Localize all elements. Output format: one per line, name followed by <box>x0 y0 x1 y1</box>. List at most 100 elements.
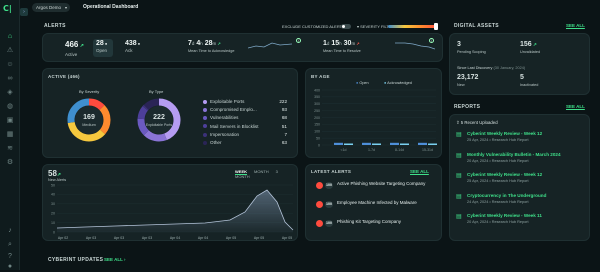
home-icon[interactable]: ⌂ <box>5 32 15 42</box>
updates-see-all[interactable]: SEE ALL › <box>104 257 126 262</box>
since-last-discovery: Since Last Discovery (30 January, 2024) <box>457 66 526 70</box>
y-tick-label: 30 <box>51 202 55 206</box>
latest-alert-item[interactable]: 100 Phishing Kit Targeting Company <box>314 218 442 236</box>
bar-ack[interactable] <box>372 143 381 146</box>
by-age-chart: 400 350 300 250 200 150 100 50 0 <1d 1-7d 8-14d 15-3… <box>314 88 437 152</box>
report-item[interactable]: ▤ Cryptocurrency in The Underground 24 A… <box>456 192 594 210</box>
bar-ack[interactable] <box>428 143 437 146</box>
briefcase-icon[interactable]: ▣ <box>5 116 15 126</box>
link-icon[interactable]: ∞ <box>5 74 15 84</box>
alert-severity-badge <box>316 201 323 208</box>
alerts-kpi-card: 466 ↗ Active 28 ● Open 438 ● Ack 7d 4h 28m … <box>42 33 443 62</box>
new-alerts-chart: 50 40 30 20 10 0Apr 02 Apr 03 Apr 03 Apr 03 Apr 0… <box>51 183 294 240</box>
help-icon[interactable]: ? <box>5 252 15 262</box>
people-icon[interactable]: ☺ <box>5 60 15 70</box>
report-title: Cyberint Weekly Review - Week 12 <box>467 131 543 136</box>
report-item[interactable]: ▤ Monthly Vulnerability Bulletin - March… <box>456 151 594 169</box>
bar-open[interactable] <box>418 142 427 145</box>
alert-icon[interactable]: ⚠ <box>5 46 15 56</box>
legend-label: Exploitable Ports <box>210 99 245 104</box>
latest-alert-item[interactable]: 100 Active Phishing Website Targeting Co… <box>314 180 442 198</box>
user-icon[interactable]: ● <box>5 262 15 270</box>
report-meta: 24 Apr, 2024 • Research Hub Report <box>467 199 529 204</box>
latest-alert-item[interactable]: 100 Employee Machine Infected by Malware <box>314 199 442 217</box>
alerts-section-title: ALERTS <box>44 23 66 29</box>
x-tick-label: 8-14d <box>395 148 404 152</box>
type-legend-item[interactable]: Impersonation 7 <box>203 132 287 137</box>
exclude-customized-toggle[interactable] <box>341 23 351 29</box>
report-meta: 25 Apr, 2024 • Research Hub Report <box>467 138 529 142</box>
unvalidated-label: Unvalidated <box>520 50 541 54</box>
y-tick-label: 400 <box>314 88 320 92</box>
settings-icon[interactable]: ⚙ <box>5 158 15 168</box>
digital-assets-see-all[interactable]: SEE ALL <box>566 23 585 28</box>
type-legend-item[interactable]: Compromised Emplo... 93 <box>203 107 287 112</box>
severity-slider-handle[interactable] <box>434 23 438 30</box>
type-legend-item[interactable]: Vulnerabilities 68 <box>203 115 287 120</box>
active-count: 466 ↗ Active <box>65 40 84 57</box>
severity-center-label: Medium <box>82 123 96 127</box>
severity-filter-slider[interactable] <box>388 25 438 28</box>
legend-dot <box>203 116 207 121</box>
globe-icon[interactable]: ◍ <box>5 102 15 112</box>
pending-scoping-label: Pending Scoping <box>457 50 486 54</box>
grid-icon[interactable]: ▦ <box>5 130 15 140</box>
x-tick-label: 15-31d <box>422 148 433 152</box>
layers-icon[interactable]: ≋ <box>5 144 15 154</box>
info-icon[interactable]: i <box>429 38 434 43</box>
info-icon[interactable]: i <box>296 38 301 43</box>
mttr-value: 1d 15h 30m ↗ Mean Time to Resolve <box>323 40 361 53</box>
bell-icon[interactable]: ♪ <box>5 226 15 236</box>
legend-dot <box>203 107 207 112</box>
legend-label: Impersonation <box>210 131 240 137</box>
exclude-customized-label: EXCLUDE CUSTOMIZED ALERTS <box>282 24 345 29</box>
search-icon[interactable]: ⌕ <box>5 240 15 250</box>
type-legend-item[interactable]: Mail Servers in Blocklist 51 <box>203 124 287 129</box>
bar-open[interactable] <box>334 142 343 145</box>
legend-value: 222 <box>279 99 287 104</box>
bar-open[interactable] <box>390 142 399 145</box>
legend-dot <box>203 140 207 145</box>
x-tick-label: Apr 03 <box>86 236 96 240</box>
alert-title: Phishing Kit Targeting Company <box>337 219 401 224</box>
x-tick-label: Apr 03 <box>142 236 152 240</box>
new-assets-count: 23,172 <box>457 74 479 81</box>
y-tick-label: 300 <box>314 102 320 106</box>
donut-slice-4[interactable] <box>142 104 149 111</box>
reports-card: ⇪ 5 Recent Uploaded ▤ Cyberint Weekly Re… <box>449 114 590 241</box>
open-chip[interactable]: 28 ● Open <box>93 39 113 57</box>
report-icon: ▤ <box>456 214 462 220</box>
shield-icon[interactable]: ◈ <box>5 88 15 98</box>
tab-month[interactable]: MONTH <box>254 169 269 174</box>
report-icon: ▤ <box>456 132 462 138</box>
x-tick-label: Apr 04 <box>198 236 208 240</box>
bar-ack[interactable] <box>344 143 353 146</box>
y-tick-label: 40 <box>51 193 55 197</box>
report-meta: 20 Apr, 2024 • Research Hub Report <box>467 158 529 163</box>
org-selector[interactable]: Argos Demo ▾ <box>32 3 70 12</box>
type-legend-item[interactable]: Exploitable Ports 222 <box>203 99 287 104</box>
cyberint-logo: C| <box>3 4 12 13</box>
x-tick-label: Apr 04 <box>170 236 180 240</box>
reports-see-all[interactable]: SEE ALL <box>566 104 585 109</box>
report-icon: ▤ <box>456 152 462 159</box>
latest-alerts-card: LATEST ALERTS SEE ALL 100 Active Phishin… <box>305 164 442 241</box>
latest-alerts-see-all[interactable]: SEE ALL <box>410 169 429 174</box>
legend-dot <box>203 132 207 137</box>
legend-dot <box>203 124 207 129</box>
bar-ack[interactable] <box>400 143 409 146</box>
digital-assets-card: 3 Pending Scoping 156 ↗ Unvalidated Sinc… <box>449 33 590 95</box>
legend-label: Other <box>210 140 222 145</box>
y-tick-label: 50 <box>51 183 55 187</box>
legend-value: 63 <box>281 140 287 145</box>
bar-open[interactable] <box>362 142 371 145</box>
report-item[interactable]: ▤ Cyberint Weekly Review - Week 12 25 Ap… <box>456 130 594 148</box>
by-severity-label: By Severity <box>79 89 100 94</box>
inactivated-count: 5 <box>520 74 524 81</box>
alert-score-badge: 100 <box>325 201 333 208</box>
type-legend-item[interactable]: Other 63 <box>203 140 287 145</box>
report-item[interactable]: ▤ Cyberint Weekly Review - Week 12 25 Ap… <box>456 171 594 189</box>
report-item[interactable]: ▤ Cyberint Weekly Review - Week 11 20 Ap… <box>456 212 594 230</box>
area-fill <box>57 190 293 232</box>
report-meta: 20 Apr, 2024 • Research Hub Report <box>467 220 529 224</box>
